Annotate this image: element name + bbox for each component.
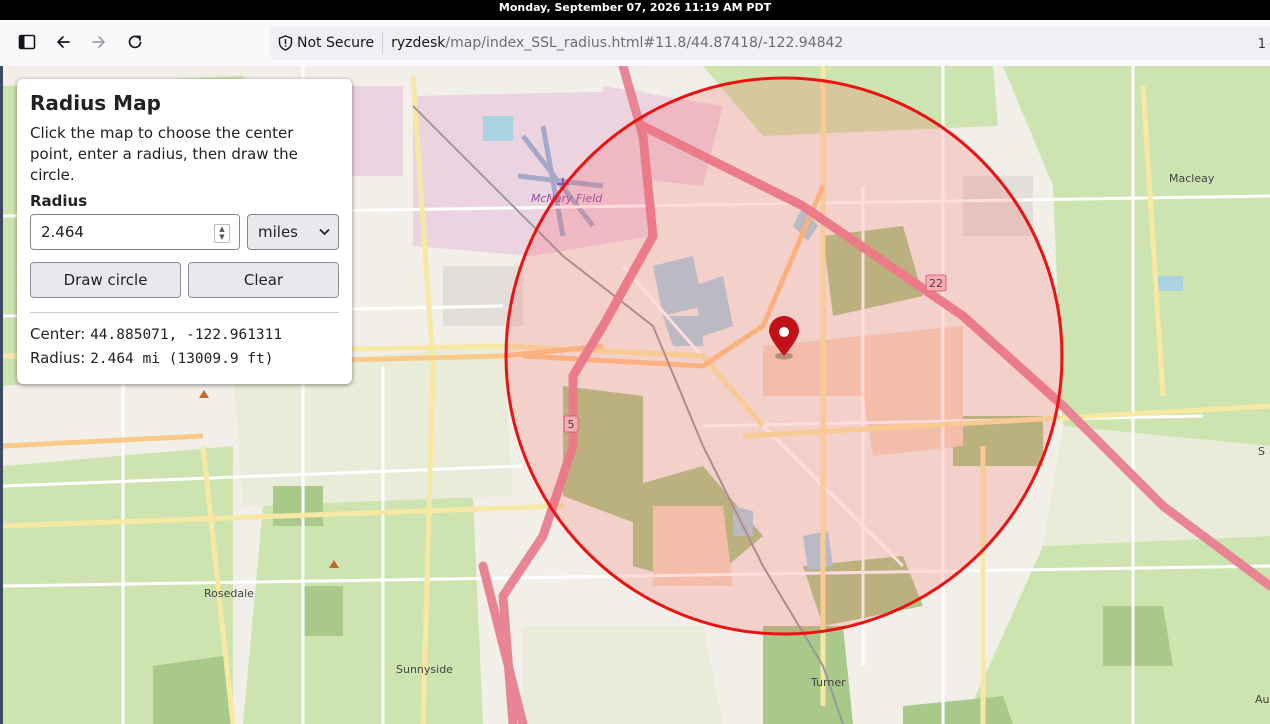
system-datetime: Monday, September 07, 2026 11:19 AM PDT bbox=[498, 1, 772, 14]
center-readout: Center: 44.885071, -122.961311 bbox=[30, 323, 339, 347]
system-top-bar: Monday, September 07, 2026 11:19 AM PDT bbox=[0, 0, 1270, 20]
url-path: /map/index_SSL_radius.html#11.8/44.87418… bbox=[445, 35, 844, 51]
place-label-rosedale: Rosedale bbox=[204, 587, 254, 600]
unit-select-value: miles bbox=[258, 223, 298, 241]
url-bar[interactable]: Not Secure ryzdesk/map/index_SSL_radius.… bbox=[270, 26, 1270, 60]
security-indicator[interactable]: Not Secure bbox=[270, 26, 382, 60]
place-label-turner: Turner bbox=[810, 676, 846, 689]
radius-info-value: 2.464 mi (13009.9 ft) bbox=[90, 351, 274, 367]
radius-input[interactable]: 2.464 ▲ ▼ bbox=[30, 214, 240, 250]
browser-toolbar: Not Secure ryzdesk/map/index_SSL_radius.… bbox=[0, 20, 1270, 67]
sidebar-icon bbox=[18, 34, 36, 50]
place-label-sunnyside: Sunnyside bbox=[396, 663, 453, 676]
radius-readout: Radius: 2.464 mi (13009.9 ft) bbox=[30, 347, 339, 371]
forward-button[interactable] bbox=[86, 29, 112, 55]
panel-description: Click the map to choose the center point… bbox=[30, 124, 298, 184]
sidebar-toggle-button[interactable] bbox=[14, 29, 40, 55]
back-button[interactable] bbox=[50, 29, 76, 55]
radius-info-label: Radius: bbox=[30, 349, 86, 367]
reload-button[interactable] bbox=[122, 29, 148, 55]
center-value: 44.885071, -122.961311 bbox=[90, 327, 283, 343]
arrow-right-icon bbox=[92, 36, 105, 48]
number-spinner[interactable]: ▲ ▼ bbox=[214, 224, 230, 243]
panel-title: Radius Map bbox=[30, 91, 161, 115]
place-label-macleay: Macleay bbox=[1169, 172, 1215, 185]
url-separator bbox=[382, 32, 384, 54]
toolbar-edge-text: 1 bbox=[1257, 37, 1266, 52]
url-host: ryzdesk bbox=[391, 35, 446, 51]
panel-divider bbox=[30, 312, 339, 313]
radius-control-panel: Radius Map Click the map to choose the c… bbox=[17, 79, 352, 384]
reload-icon bbox=[128, 35, 142, 49]
arrow-left-icon bbox=[57, 36, 70, 48]
place-label-edge-s: S bbox=[1258, 445, 1265, 458]
shield-warning-icon bbox=[278, 35, 293, 51]
unit-select[interactable]: miles bbox=[247, 214, 339, 250]
chevron-up-icon: ▲ bbox=[219, 225, 225, 233]
place-label-edge-au: Au bbox=[1255, 693, 1270, 706]
chevron-down-icon bbox=[319, 228, 330, 236]
chevron-down-icon: ▼ bbox=[219, 233, 225, 241]
draw-circle-button[interactable]: Draw circle bbox=[30, 262, 181, 298]
security-label: Not Secure bbox=[297, 35, 375, 51]
center-label: Center: bbox=[30, 325, 86, 343]
radius-input-value: 2.464 bbox=[41, 223, 84, 241]
clear-button[interactable]: Clear bbox=[188, 262, 339, 298]
radius-label: Radius bbox=[30, 192, 88, 210]
